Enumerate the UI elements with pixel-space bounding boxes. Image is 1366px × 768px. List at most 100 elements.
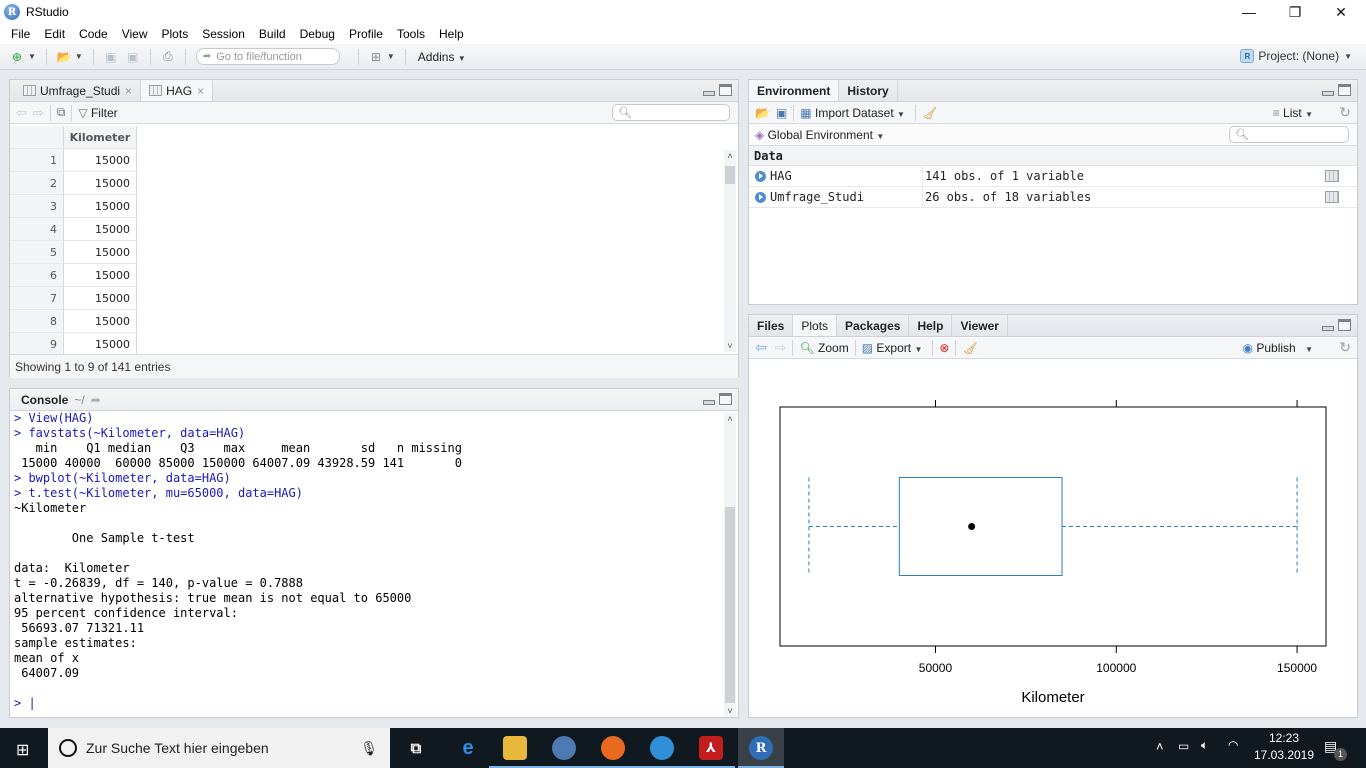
broom-icon[interactable]: 🧹︎ xyxy=(922,106,937,120)
data-scrollbar[interactable]: ˄ ˅ xyxy=(724,150,736,352)
file-explorer-icon[interactable] xyxy=(503,736,527,760)
menu-debug[interactable]: Debug xyxy=(293,27,342,41)
column-header-kilometer[interactable]: Kilometer xyxy=(64,126,137,149)
save-icon[interactable]: ▣ xyxy=(102,49,120,65)
close-tab-icon[interactable]: × xyxy=(197,84,204,98)
minimize-pane-icon[interactable] xyxy=(1322,325,1334,331)
maximize-pane-icon[interactable] xyxy=(719,84,732,96)
refresh-icon[interactable]: ↻ xyxy=(1339,339,1351,356)
menu-build[interactable]: Build xyxy=(252,27,293,41)
restore-button[interactable]: ❐ xyxy=(1272,0,1318,24)
broom-icon[interactable]: 🧹︎ xyxy=(962,341,977,355)
table-row[interactable]: 4 15000 xyxy=(10,218,137,241)
addins-button[interactable]: Addins ▼ xyxy=(418,50,470,64)
maximize-pane-icon[interactable] xyxy=(719,393,732,405)
table-row[interactable]: 1 15000 xyxy=(10,149,137,172)
previous-plot-icon[interactable]: ⇦ xyxy=(755,339,767,356)
scroll-up-icon[interactable]: ˄ xyxy=(724,150,736,162)
firefox-icon[interactable] xyxy=(601,736,625,760)
cell-kilometer[interactable]: 15000 xyxy=(64,287,137,310)
environment-search-input[interactable]: 🔍︎ xyxy=(1229,126,1349,143)
export-button[interactable]: ▨ Export ▼ xyxy=(862,341,927,355)
tab-viewer[interactable]: Viewer xyxy=(952,315,1008,336)
thunderbird-icon[interactable] xyxy=(552,736,576,760)
cell-kilometer[interactable]: 15000 xyxy=(64,264,137,287)
tab-files[interactable]: Files xyxy=(749,315,794,336)
zoom-button[interactable]: 🔍︎ Zoom xyxy=(799,341,848,355)
cell-kilometer[interactable]: 15000 xyxy=(64,310,137,333)
new-file-icon[interactable]: ⊕ xyxy=(8,49,26,65)
menu-profile[interactable]: Profile xyxy=(342,27,390,41)
env-item-umfrage-studi[interactable]: Umfrage_Studi 26 obs. of 18 variables xyxy=(749,186,1357,208)
pane-layout-dropdown-icon[interactable]: ▼ xyxy=(387,52,395,61)
acrobat-icon[interactable]: ⅄ xyxy=(699,736,723,760)
import-dataset-button[interactable]: ▦ Import Dataset ▼ xyxy=(800,106,909,120)
console-tab[interactable]: Console ~/ ➦ xyxy=(10,389,101,410)
save-workspace-icon[interactable]: ▣ xyxy=(776,106,787,120)
goto-file-input[interactable]: ➦ Go to file/function xyxy=(195,48,340,65)
cell-kilometer[interactable]: 15000 xyxy=(64,241,137,264)
global-environment-button[interactable]: ◈ Global Environment ▼ xyxy=(755,128,888,142)
cell-kilometer[interactable]: 15000 xyxy=(64,218,137,241)
goto-directory-icon[interactable]: ➦ xyxy=(91,393,101,407)
table-row[interactable]: 7 15000 xyxy=(10,287,137,310)
filter-button[interactable]: ▽ Filter xyxy=(78,106,117,120)
cell-kilometer[interactable]: 15000 xyxy=(64,149,137,172)
forward-arrow-icon[interactable]: ⇨ xyxy=(33,105,44,121)
expand-icon[interactable] xyxy=(755,170,766,182)
table-row[interactable]: 3 15000 xyxy=(10,195,137,218)
tray-overflow-icon[interactable]: ˄ xyxy=(1156,739,1164,754)
open-file-dropdown-icon[interactable]: ▼ xyxy=(75,52,83,61)
windows-start-icon[interactable]: ⊞ xyxy=(16,740,29,760)
cell-kilometer[interactable]: 15000 xyxy=(64,172,137,195)
menu-plots[interactable]: Plots xyxy=(155,27,196,41)
rstudio-taskbar-icon[interactable]: R xyxy=(749,736,773,760)
minimize-pane-icon[interactable] xyxy=(1322,90,1334,96)
maximize-pane-icon[interactable] xyxy=(1338,319,1351,331)
minimize-button[interactable]: — xyxy=(1226,0,1272,24)
tab-packages[interactable]: Packages xyxy=(837,315,910,336)
minimize-pane-icon[interactable] xyxy=(703,399,715,405)
refresh-icon[interactable]: ↻ xyxy=(1339,104,1351,121)
menu-session[interactable]: Session xyxy=(195,27,252,41)
maximize-pane-icon[interactable] xyxy=(1338,84,1351,96)
task-view-icon[interactable]: ⧉ xyxy=(404,736,428,760)
tab-help[interactable]: Help xyxy=(909,315,953,336)
menu-edit[interactable]: Edit xyxy=(37,27,72,41)
tab-environment[interactable]: Environment xyxy=(749,80,840,101)
table-row[interactable]: 9 15000 xyxy=(10,333,137,354)
menu-view[interactable]: View xyxy=(115,27,155,41)
minimize-pane-icon[interactable] xyxy=(703,90,715,96)
next-plot-icon[interactable]: ⇨ xyxy=(775,339,787,356)
table-row[interactable]: 2 15000 xyxy=(10,172,137,195)
scroll-up-icon[interactable]: ˄ xyxy=(724,413,736,425)
wifi-icon[interactable]: ◠ xyxy=(1228,738,1238,752)
tab-plots[interactable]: Plots xyxy=(793,315,838,336)
view-table-icon[interactable] xyxy=(1325,170,1339,182)
remove-plot-icon[interactable]: ⊗ xyxy=(939,341,949,355)
data-search-input[interactable]: 🔍︎ xyxy=(612,104,730,121)
clock-time[interactable]: 12:23 xyxy=(1256,731,1312,745)
scroll-thumb[interactable] xyxy=(725,507,735,703)
pane-layout-icon[interactable]: ⊞ xyxy=(367,49,385,65)
battery-icon[interactable]: ▭ xyxy=(1178,739,1189,753)
open-file-icon[interactable]: 📂 xyxy=(55,49,73,65)
close-tab-icon[interactable]: × xyxy=(125,84,132,98)
popout-icon[interactable]: ⧉ xyxy=(57,105,66,120)
table-row[interactable]: 6 15000 xyxy=(10,264,137,287)
project-menu-button[interactable]: R Project: (None) ▼ xyxy=(1240,49,1356,63)
scroll-down-icon[interactable]: ˅ xyxy=(724,340,736,352)
volume-icon[interactable]: 🔈︎ xyxy=(1201,738,1208,753)
expand-icon[interactable] xyxy=(755,191,766,203)
table-row[interactable]: 5 15000 xyxy=(10,241,137,264)
clock-date[interactable]: 17.03.2019 xyxy=(1250,748,1318,762)
microphone-icon[interactable]: 🎙︎ xyxy=(360,740,378,757)
edge-icon[interactable]: e xyxy=(456,736,480,760)
scroll-down-icon[interactable]: ˅ xyxy=(724,705,736,717)
tab-history[interactable]: History xyxy=(839,80,898,101)
back-arrow-icon[interactable]: ⇦ xyxy=(16,105,27,121)
cell-kilometer[interactable]: 15000 xyxy=(64,195,137,218)
new-file-dropdown-icon[interactable]: ▼ xyxy=(28,52,36,61)
console-output[interactable]: > View(HAG) > favstats(~Kilometer, data=H… xyxy=(14,411,726,713)
view-table-icon[interactable] xyxy=(1325,191,1339,203)
